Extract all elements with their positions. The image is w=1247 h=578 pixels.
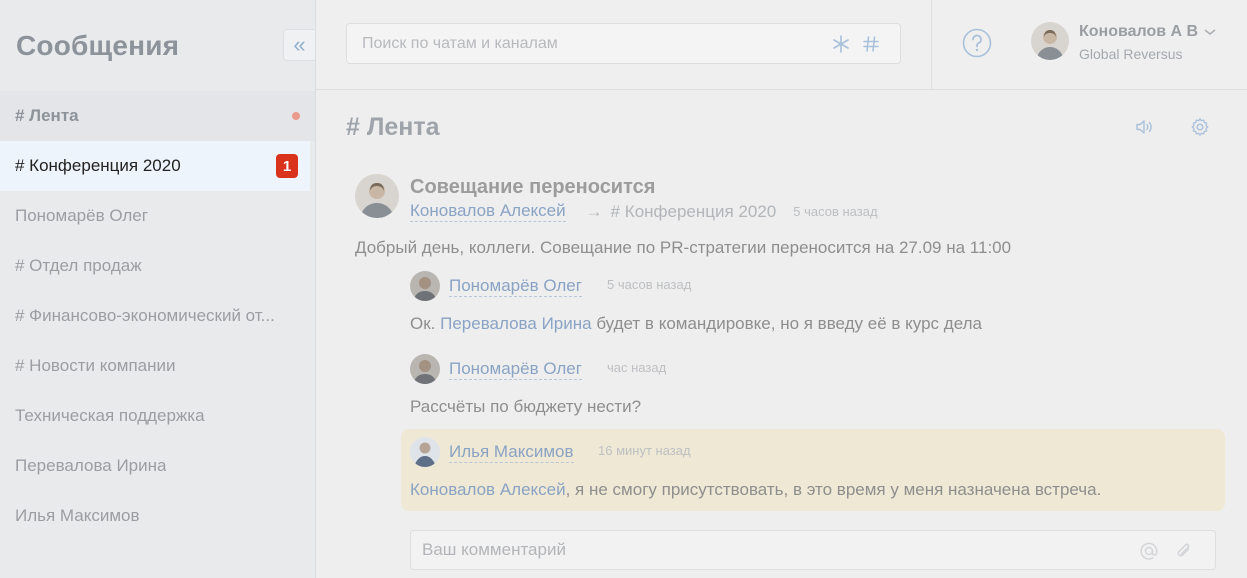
sidebar-item-ponomarev[interactable]: Пономарёв Олег [0,191,315,241]
at-icon[interactable] [1138,540,1160,562]
search-input[interactable] [362,24,802,63]
search-box [346,23,901,64]
avatar [410,437,440,467]
unread-dot [292,112,300,120]
comment-time: 5 часов назад [607,277,692,292]
chat-list: # Лента # Конференция 2020 1 Пономарёв О… [0,91,315,541]
avatar [355,174,399,218]
arrow-right-icon: → [585,201,603,221]
post-meta: Коновалов Алексей → # Конференция 2020 5… [410,201,878,222]
sidebar-title: Сообщения [16,29,180,61]
comment-author-link[interactable]: Пономарёв Олег [449,359,582,380]
post-title: Совещание переносится [410,176,656,198]
main-feed: # Лента Совещание переносится Коновалов … [316,91,1247,578]
sidebar-item-perevalova[interactable]: Перевалова Ирина [0,441,315,491]
gear-icon[interactable] [1190,117,1210,137]
avatar [1031,22,1069,60]
sidebar-item-label: # Отдел продаж [15,256,142,275]
sidebar-item-support[interactable]: Техническая поддержка [0,391,315,441]
post-author-link[interactable]: Коновалов Алексей [410,201,566,222]
comment-text: Коновалов Алексей, я не смогу присутство… [410,480,1101,500]
comment-input[interactable] [422,531,1122,569]
topbar-divider [931,0,932,90]
comment-author-link[interactable]: Илья Максимов [449,442,574,463]
comment-time: час назад [607,360,667,375]
sidebar-item-label: # Финансово-экономический от... [15,306,275,325]
sidebar-item-label: Пономарёв Олег [15,206,148,225]
sidebar-item-label: Техническая поддержка [15,406,205,425]
sidebar-item-finance[interactable]: # Финансово-экономический от... [0,291,315,341]
comment-text: Рассчёты по бюджету нести? [410,397,642,416]
asterisk-icon[interactable] [829,32,853,56]
help-icon[interactable] [962,28,992,58]
comment-time: 16 минут назад [598,443,691,458]
avatar [410,354,440,384]
collapse-icon: « [293,32,306,57]
user-name: Коновалов А В [1079,22,1217,42]
sidebar-item-sales[interactable]: # Отдел продаж [0,241,315,291]
sidebar-item-feed[interactable]: # Лента [0,91,315,141]
mention-link[interactable]: Коновалов Алексей [410,480,566,499]
sidebar-header: Сообщения « [0,0,315,91]
user-org: Global Reversus [1079,46,1183,62]
chevron-down-icon [1204,29,1216,35]
sidebar-item-label: # Новости компании [15,356,176,375]
sidebar-item-news[interactable]: # Новости компании [0,341,315,391]
paperclip-icon[interactable] [1173,540,1195,562]
sidebar-item-maksimov[interactable]: Илья Максимов [0,491,315,541]
user-menu[interactable]: Коновалов А В Global Reversus [1031,22,1217,64]
comment-text-suffix: будет в командировке, но я введу её в ку… [591,314,982,333]
comment-text-prefix: Ок. [410,314,441,333]
user-info: Коновалов А В Global Reversus [1079,22,1217,64]
hash-icon[interactable] [859,32,883,56]
comment-author-link[interactable]: Пономарёв Олег [449,276,582,297]
sidebar-item-label: # Лента [15,106,79,125]
sidebar-item-label: Илья Максимов [15,506,140,525]
comment-composer [410,530,1216,570]
sidebar-item-label: Перевалова Ирина [15,456,167,475]
comment-text: Ок. Перевалова Ирина будет в командировк… [410,314,982,334]
avatar [410,271,440,301]
unread-badge: 1 [276,154,298,178]
post-body: Добрый день, коллеги. Совещание по PR-ст… [355,238,1012,257]
collapse-sidebar-button[interactable]: « [283,29,315,61]
post-target-channel[interactable]: # Конференция 2020 [611,202,777,222]
post-time: 5 часов назад [793,204,878,219]
channel-title: # Лента [346,113,440,141]
user-name-text: Коновалов А В [1079,23,1199,40]
sidebar-item-conference-2020[interactable]: # Конференция 2020 1 [0,141,310,191]
mention-link[interactable]: Перевалова Ирина [440,314,591,333]
sidebar: Сообщения « # Лента # Конференция 2020 1… [0,0,316,578]
top-bar: Коновалов А В Global Reversus [316,0,1247,90]
sidebar-item-label: # Конференция 2020 [15,156,181,175]
speaker-icon[interactable] [1134,117,1154,137]
comment-text-suffix: , я не смогу присутствовать, в это время… [565,480,1102,499]
